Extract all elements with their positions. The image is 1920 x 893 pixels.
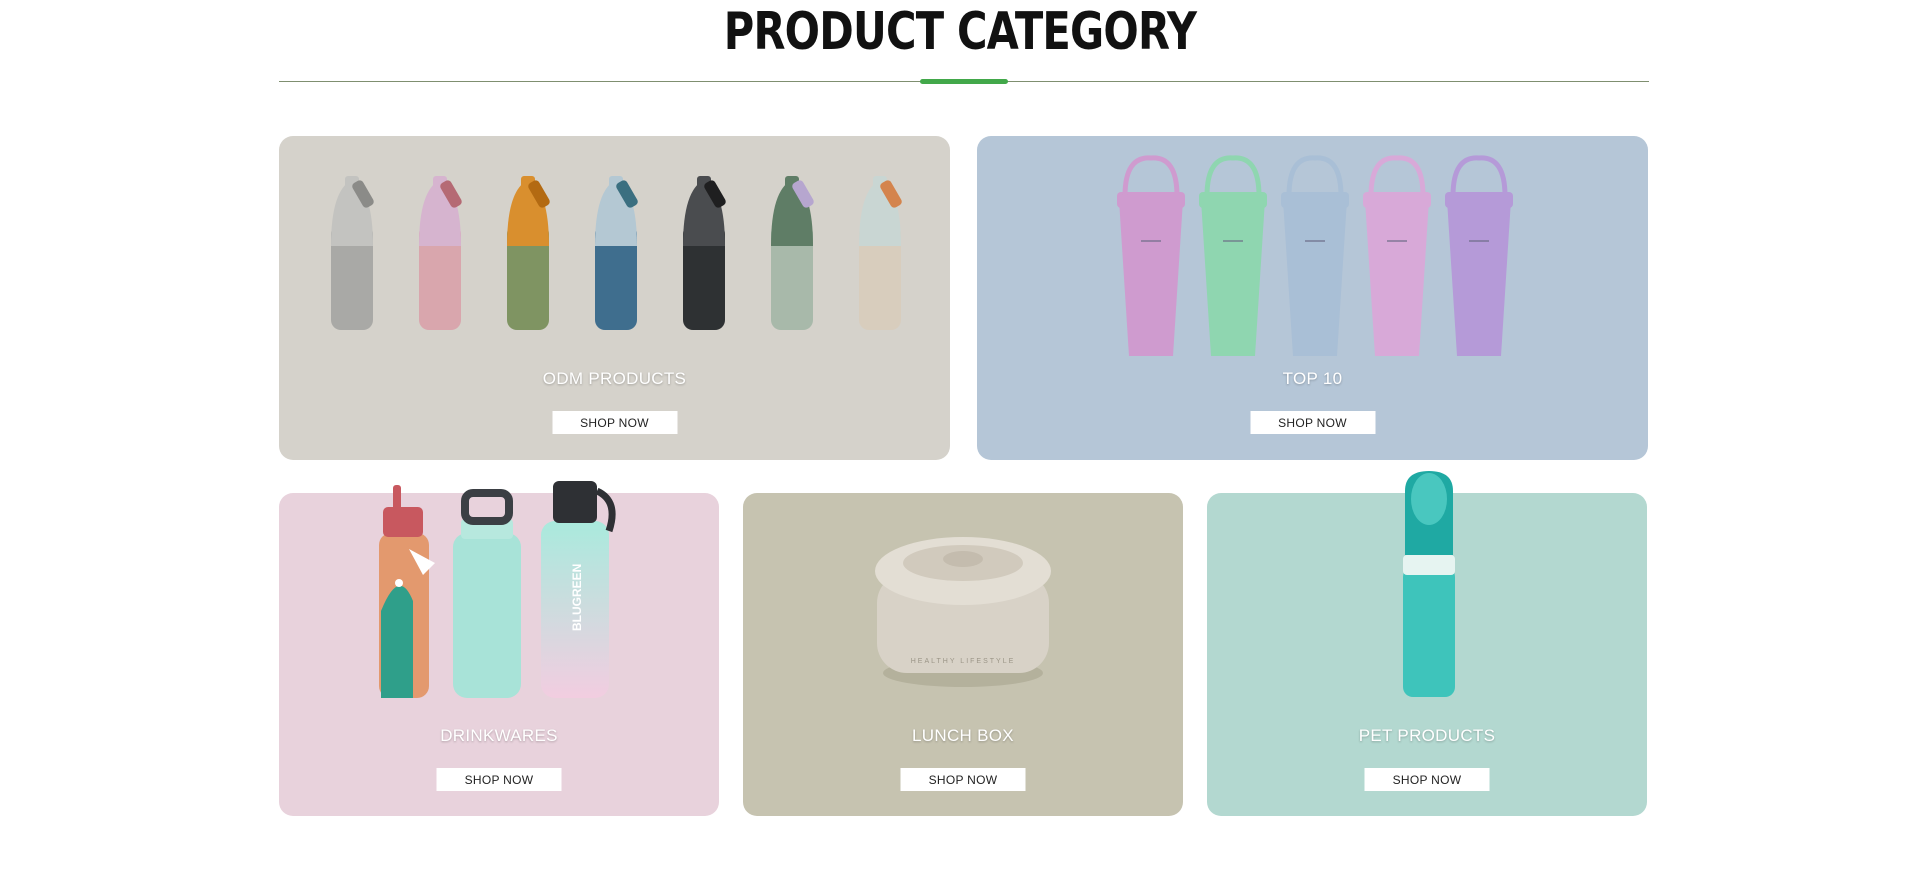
shop-now-button[interactable]: SHOP NOW	[1250, 411, 1375, 434]
title-divider-accent	[920, 79, 1008, 84]
category-card-top10[interactable]: TOP 10 SHOP NOW	[977, 136, 1648, 460]
tumblers-image	[1117, 155, 1513, 356]
category-label: TOP 10	[1282, 369, 1343, 388]
spray-bottle	[595, 176, 638, 330]
category-card-lunchbox[interactable]: HEALTHY LIFESTYLE LUNCH BOX SHOP NOW	[743, 493, 1183, 816]
spray-bottles-image	[331, 176, 902, 330]
spray-bottle	[683, 176, 726, 330]
shop-now-button[interactable]: SHOP NOW	[552, 411, 677, 434]
spray-bottle	[771, 176, 814, 330]
category-label: PET PRODUCTS	[1358, 726, 1496, 745]
category-card-drinkwares[interactable]: BLUGREEN DRINKWARES SHOP NOW	[279, 481, 719, 816]
pet-bottle-image	[1403, 471, 1455, 697]
category-label: DRINKWARES	[440, 726, 558, 745]
shop-now-button[interactable]: SHOP NOW	[1364, 768, 1490, 791]
lunchbox-print: HEALTHY LIFESTYLE	[911, 658, 1016, 665]
tumbler	[1199, 155, 1267, 356]
brand-print: BLUGREEN	[570, 564, 584, 631]
tumbler	[1281, 155, 1349, 356]
shop-now-button[interactable]: SHOP NOW	[900, 768, 1026, 791]
spray-bottle	[419, 176, 462, 330]
product-category-section: PRODUCT CATEGORY ODM PRODUCTS SHOP NOW T…	[0, 0, 1920, 893]
spray-bottle	[331, 176, 374, 330]
water-bottles-image: BLUGREEN	[379, 481, 616, 698]
tumbler	[1363, 155, 1431, 356]
category-label: ODM PRODUCTS	[542, 369, 687, 388]
tumbler	[1445, 155, 1513, 356]
lunch-box-image: HEALTHY LIFESTYLE	[875, 537, 1051, 687]
spray-bottle	[507, 176, 550, 330]
category-card-pet[interactable]: PET PRODUCTS SHOP NOW	[1207, 471, 1647, 816]
shop-now-button[interactable]: SHOP NOW	[436, 768, 562, 791]
section-title: PRODUCT CATEGORY	[723, 2, 1197, 62]
category-card-odm[interactable]: ODM PRODUCTS SHOP NOW	[279, 136, 950, 460]
category-label: LUNCH BOX	[912, 726, 1014, 745]
spray-bottle	[859, 176, 902, 330]
tumbler	[1117, 155, 1185, 356]
